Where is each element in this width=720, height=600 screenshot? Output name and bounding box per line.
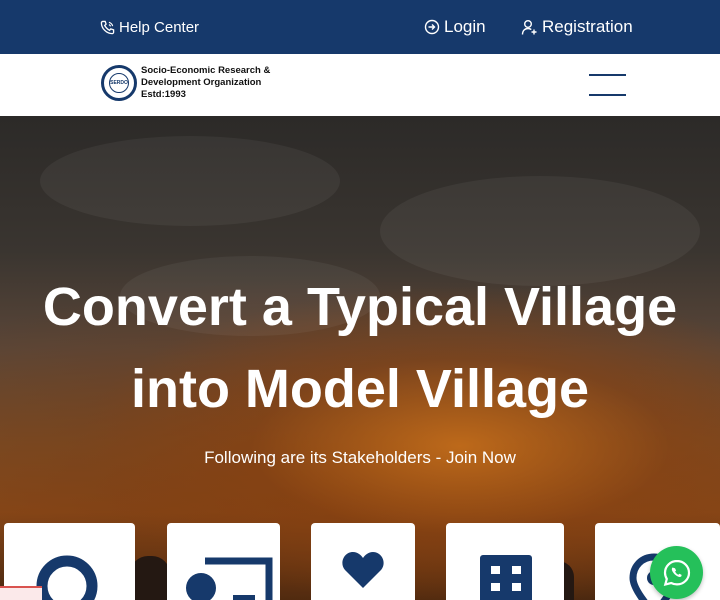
building-icon — [480, 555, 532, 600]
main-navbar: SERDO Socio-Economic Research & Developm… — [0, 54, 720, 116]
corner-badge — [0, 586, 42, 600]
help-center-label: Help Center — [119, 18, 200, 36]
hero-title: Convert a Typical Village into Model Vil… — [0, 266, 720, 430]
hero-cloud — [40, 136, 340, 226]
login-link[interactable]: Login — [424, 17, 486, 37]
login-icon — [424, 19, 440, 35]
logo-emblem: SERDO — [101, 65, 137, 101]
phone-icon — [100, 20, 115, 34]
registration-link[interactable]: Registration — [521, 17, 633, 37]
brand-established: Estd:1993 — [141, 89, 186, 100]
brand-name: Socio-Economic Research & Development Or… — [141, 65, 270, 101]
stakeholder-card-id[interactable] — [167, 523, 280, 600]
login-label: Login — [444, 17, 486, 36]
id-card-icon — [186, 557, 273, 600]
brand-name-line2: Development Organization — [141, 77, 262, 88]
hero-subtitle: Following are its Stakeholders - Join No… — [204, 448, 516, 467]
stakeholder-card-heart[interactable] — [311, 523, 415, 600]
registration-label: Registration — [542, 17, 633, 36]
hero-title-line1: Convert a Typical Village — [42, 277, 678, 337]
help-center-link[interactable]: Help Center — [100, 17, 199, 37]
add-user-icon — [521, 19, 537, 35]
whatsapp-chat-button[interactable] — [650, 546, 703, 599]
stakeholder-card-building[interactable] — [446, 523, 564, 600]
top-bar: Help Center Login Registration — [0, 0, 720, 54]
menu-toggle-icon[interactable] — [589, 74, 626, 96]
brand-name-line1: Socio-Economic Research & — [141, 65, 271, 76]
user-icon — [36, 555, 98, 600]
people-silhouette — [130, 556, 170, 600]
hero-title-line2: into Model Village — [130, 359, 590, 419]
heart-icon — [342, 552, 384, 588]
logo-abbrev: SERDO — [110, 80, 128, 86]
brand-logo[interactable]: SERDO Socio-Economic Research & Developm… — [101, 65, 270, 101]
hero-banner: Convert a Typical Village into Model Vil… — [0, 116, 720, 600]
whatsapp-icon — [663, 559, 690, 586]
